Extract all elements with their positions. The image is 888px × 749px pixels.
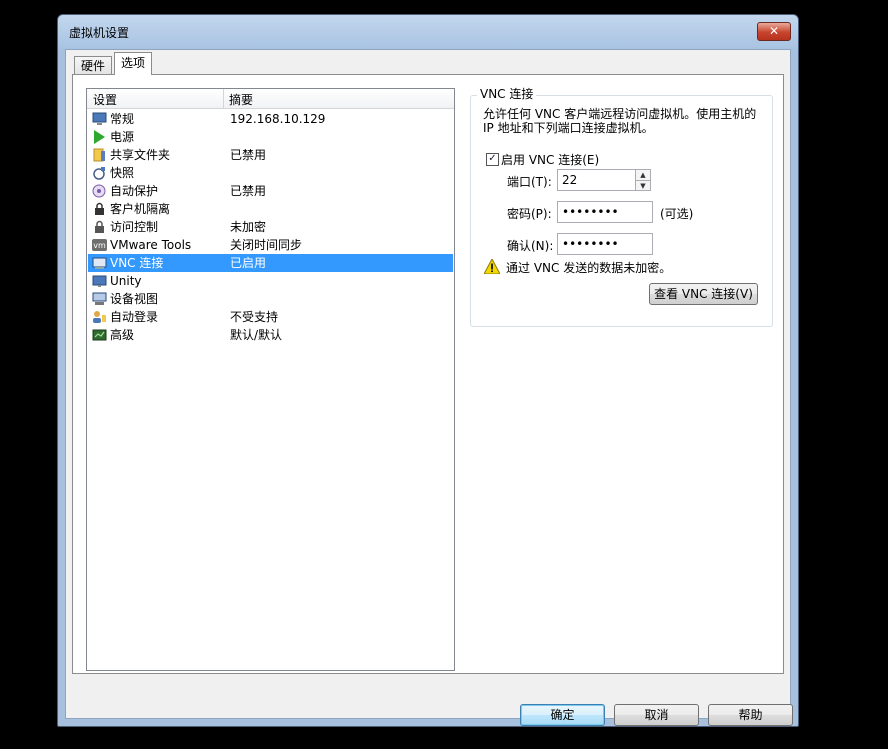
window-title: 虚拟机设置 bbox=[69, 26, 130, 40]
list-item-label: 设备视图 bbox=[110, 292, 159, 306]
list-item-summary: 192.168.10.129 bbox=[230, 112, 326, 126]
list-header: 设置 摘要 bbox=[87, 89, 454, 109]
monitor-icon bbox=[92, 112, 107, 125]
list-item-vnc[interactable]: VNC 连接 已启用 bbox=[88, 254, 453, 272]
user-icon bbox=[93, 311, 106, 323]
list-item-label: 客户机隔离 bbox=[110, 202, 171, 216]
svg-text:vm: vm bbox=[93, 241, 106, 250]
vm-icon: vm bbox=[92, 239, 107, 251]
lock-icon bbox=[95, 220, 104, 233]
tab-hardware[interactable]: 硬件 bbox=[74, 56, 113, 74]
view-vnc-connections-button[interactable]: 查看 VNC 连接(V) bbox=[649, 283, 758, 305]
list-item-autologin[interactable]: 自动登录 不受支持 bbox=[88, 308, 453, 326]
list-item-label: VMware Tools bbox=[110, 238, 192, 252]
password-field[interactable]: •••••••• bbox=[557, 201, 653, 223]
port-stepper[interactable]: ▲ ▼ bbox=[635, 169, 651, 191]
list-item-guest-isolation[interactable]: 客户机隔离 bbox=[88, 200, 453, 218]
tab-options[interactable]: 选项 bbox=[114, 52, 153, 75]
list-item-summary: 默认/默认 bbox=[230, 328, 283, 342]
list-item-unity[interactable]: Unity bbox=[88, 272, 453, 290]
list-item-label: 快照 bbox=[110, 166, 135, 180]
confirm-password-field[interactable]: •••••••• bbox=[557, 233, 653, 255]
vnc-group-title: VNC 连接 bbox=[477, 85, 537, 102]
unity-icon bbox=[92, 275, 107, 287]
folder-icon bbox=[93, 148, 105, 162]
list-item-label: 电源 bbox=[110, 130, 135, 144]
list-item-summary: 不受支持 bbox=[230, 310, 279, 324]
snapshot-icon bbox=[93, 167, 105, 180]
list-item-label: Unity bbox=[110, 274, 142, 288]
list-item-snapshots[interactable]: 快照 bbox=[88, 164, 453, 182]
list-item-general[interactable]: 常规 192.168.10.129 bbox=[88, 110, 453, 128]
list-item-label: VNC 连接 bbox=[110, 256, 164, 270]
list-item-summary: 已禁用 bbox=[230, 148, 267, 162]
list-item-label: 共享文件夹 bbox=[110, 148, 171, 162]
enable-vnc-label[interactable]: 启用 VNC 连接(E) bbox=[501, 151, 599, 168]
enable-vnc-checkbox[interactable]: ✓ bbox=[486, 153, 499, 166]
autoprotect-icon bbox=[92, 184, 106, 198]
warning-icon bbox=[484, 259, 500, 274]
port-label: 端口(T): bbox=[507, 175, 552, 189]
column-separator bbox=[223, 89, 224, 108]
list-item-label: 常规 bbox=[110, 112, 135, 126]
list-item-power[interactable]: 电源 bbox=[88, 128, 453, 146]
list-item-summary: 未加密 bbox=[230, 220, 267, 234]
close-button[interactable]: ✕ bbox=[757, 22, 791, 41]
ok-button[interactable]: 确定 bbox=[520, 704, 605, 726]
column-header-summary[interactable]: 摘要 bbox=[229, 91, 253, 108]
warning-text: 通过 VNC 发送的数据未加密。 bbox=[506, 261, 672, 275]
stepper-up-icon[interactable]: ▲ bbox=[636, 170, 650, 181]
title-bar: 虚拟机设置 ✕ bbox=[58, 15, 798, 49]
list-item-access-control[interactable]: 访问控制 未加密 bbox=[88, 218, 453, 236]
stepper-down-icon[interactable]: ▼ bbox=[636, 181, 650, 191]
list-item-vmware-tools[interactable]: vm VMware Tools 关闭时间同步 bbox=[88, 236, 453, 254]
settings-list[interactable]: 设置 摘要 常规 192.168.10.129 电源 共享文件夹 已禁用 快照 … bbox=[86, 88, 455, 671]
settings-dialog: 虚拟机设置 ✕ 硬件 选项 设置 摘要 常规 192.168.10.129 电源… bbox=[57, 14, 799, 727]
optional-label: (可选) bbox=[660, 207, 694, 221]
play-icon bbox=[94, 130, 105, 144]
vnc-description: 允许任何 VNC 客户端远程访问虚拟机。使用主机的 IP 地址和下列端口连接虚拟… bbox=[483, 107, 757, 135]
vnc-icon bbox=[92, 257, 107, 269]
list-item-label: 访问控制 bbox=[110, 220, 159, 234]
dialog-body: 硬件 选项 设置 摘要 常规 192.168.10.129 电源 共享文件夹 已… bbox=[65, 49, 793, 726]
list-item-summary: 已禁用 bbox=[230, 184, 267, 198]
column-header-setting[interactable]: 设置 bbox=[93, 91, 117, 108]
help-button[interactable]: 帮助 bbox=[708, 704, 793, 726]
list-item-summary: 关闭时间同步 bbox=[230, 238, 303, 252]
list-item-label: 自动保护 bbox=[110, 184, 159, 198]
options-tab-panel: 设置 摘要 常规 192.168.10.129 电源 共享文件夹 已禁用 快照 … bbox=[72, 74, 784, 674]
device-view-icon bbox=[92, 292, 107, 305]
lock-icon bbox=[95, 202, 104, 215]
advanced-icon bbox=[92, 329, 107, 341]
password-label: 密码(P): bbox=[507, 207, 552, 221]
list-item-shared-folders[interactable]: 共享文件夹 已禁用 bbox=[88, 146, 453, 164]
list-item-label: 高级 bbox=[110, 328, 135, 342]
list-item-device-view[interactable]: 设备视图 bbox=[88, 290, 453, 308]
list-item-advanced[interactable]: 高级 默认/默认 bbox=[88, 326, 453, 344]
list-item-summary: 已启用 bbox=[230, 256, 267, 270]
confirm-label: 确认(N): bbox=[507, 239, 554, 253]
list-item-autoprotect[interactable]: 自动保护 已禁用 bbox=[88, 182, 453, 200]
cancel-button[interactable]: 取消 bbox=[614, 704, 699, 726]
port-input[interactable]: 22 bbox=[557, 169, 636, 191]
list-item-label: 自动登录 bbox=[110, 310, 159, 324]
